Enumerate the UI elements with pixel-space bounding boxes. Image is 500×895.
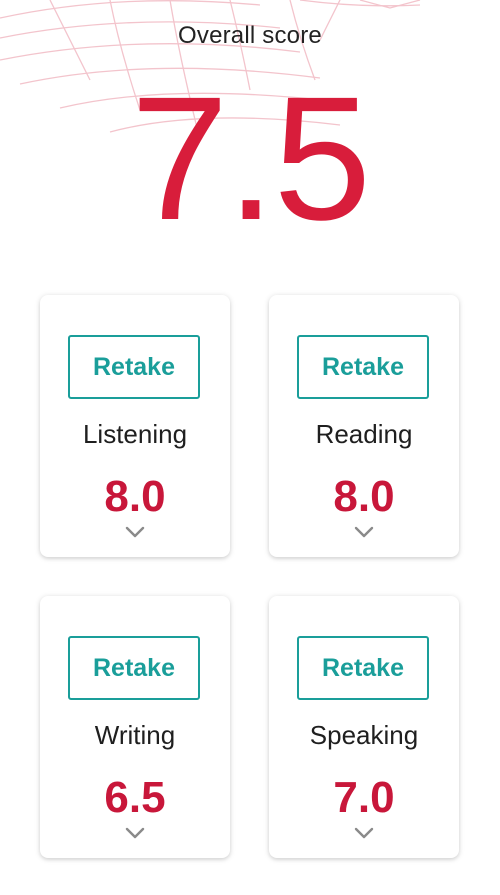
retake-listening-button[interactable]: Retake <box>68 335 200 399</box>
skill-name-speaking: Speaking <box>309 720 419 750</box>
skill-name-reading: Reading <box>315 419 413 449</box>
skill-card-writing: Retake Writing 6.5 <box>40 596 230 858</box>
skill-score-listening: 8.0 <box>104 472 166 521</box>
chevron-down-icon[interactable] <box>124 525 146 539</box>
overall-score-label: Overall score <box>178 22 322 49</box>
skill-score-writing: 6.5 <box>104 773 166 822</box>
skill-card-speaking: Retake Speaking 7.0 <box>269 596 459 858</box>
skill-card-reading: Retake Reading 8.0 <box>269 295 459 557</box>
retake-writing-button[interactable]: Retake <box>68 636 200 700</box>
skill-name-listening: Listening <box>82 419 188 449</box>
skill-score-speaking: 7.0 <box>333 773 395 822</box>
retake-speaking-button[interactable]: Retake <box>297 636 429 700</box>
chevron-down-icon[interactable] <box>124 826 146 840</box>
chevron-down-icon[interactable] <box>353 525 375 539</box>
overall-score-value: 7.5 <box>130 61 372 257</box>
retake-reading-button[interactable]: Retake <box>297 335 429 399</box>
skill-name-writing: Writing <box>94 720 176 750</box>
chevron-down-icon[interactable] <box>353 826 375 840</box>
skill-card-listening: Retake Listening 8.0 <box>40 295 230 557</box>
skill-score-reading: 8.0 <box>333 472 395 521</box>
